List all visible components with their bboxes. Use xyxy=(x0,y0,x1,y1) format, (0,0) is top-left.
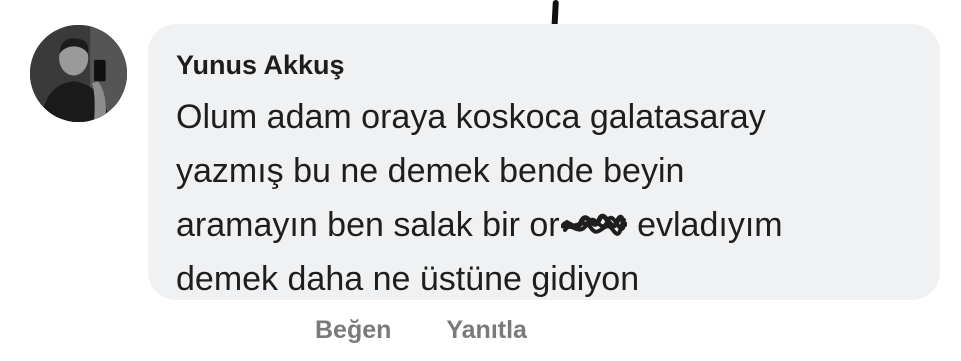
comment-line-segment: evladıyım xyxy=(637,206,783,244)
comment-author[interactable]: Yunus Akkuş xyxy=(176,50,345,81)
avatar[interactable] xyxy=(30,25,127,122)
comment-line: aramayın ben salak bir or evladıyım xyxy=(176,198,916,252)
comment-bubble: Yunus Akkuş Olum adam oraya koskoca gala… xyxy=(148,24,940,300)
scribble-redaction-icon xyxy=(560,213,627,236)
comment-actions: Beğen Yanıtla xyxy=(315,316,527,345)
comment-line: Olum adam oraya koskoca galatasaray xyxy=(176,98,766,136)
comment-text: Olum adam oraya koskoca galatasaray yazm… xyxy=(176,90,916,306)
comment-line-segment: aramayın ben salak bir or xyxy=(176,206,560,244)
profile-photo-icon xyxy=(30,25,127,122)
like-button[interactable]: Beğen xyxy=(315,316,391,344)
reply-button[interactable]: Yanıtla xyxy=(446,316,527,344)
comment-screenshot: Yunus Akkuş Olum adam oraya koskoca gala… xyxy=(0,0,961,361)
comment-line: yazmış bu ne demek bende beyin xyxy=(176,152,685,190)
comment-line: demek daha ne üstüne gidiyon xyxy=(176,260,640,298)
